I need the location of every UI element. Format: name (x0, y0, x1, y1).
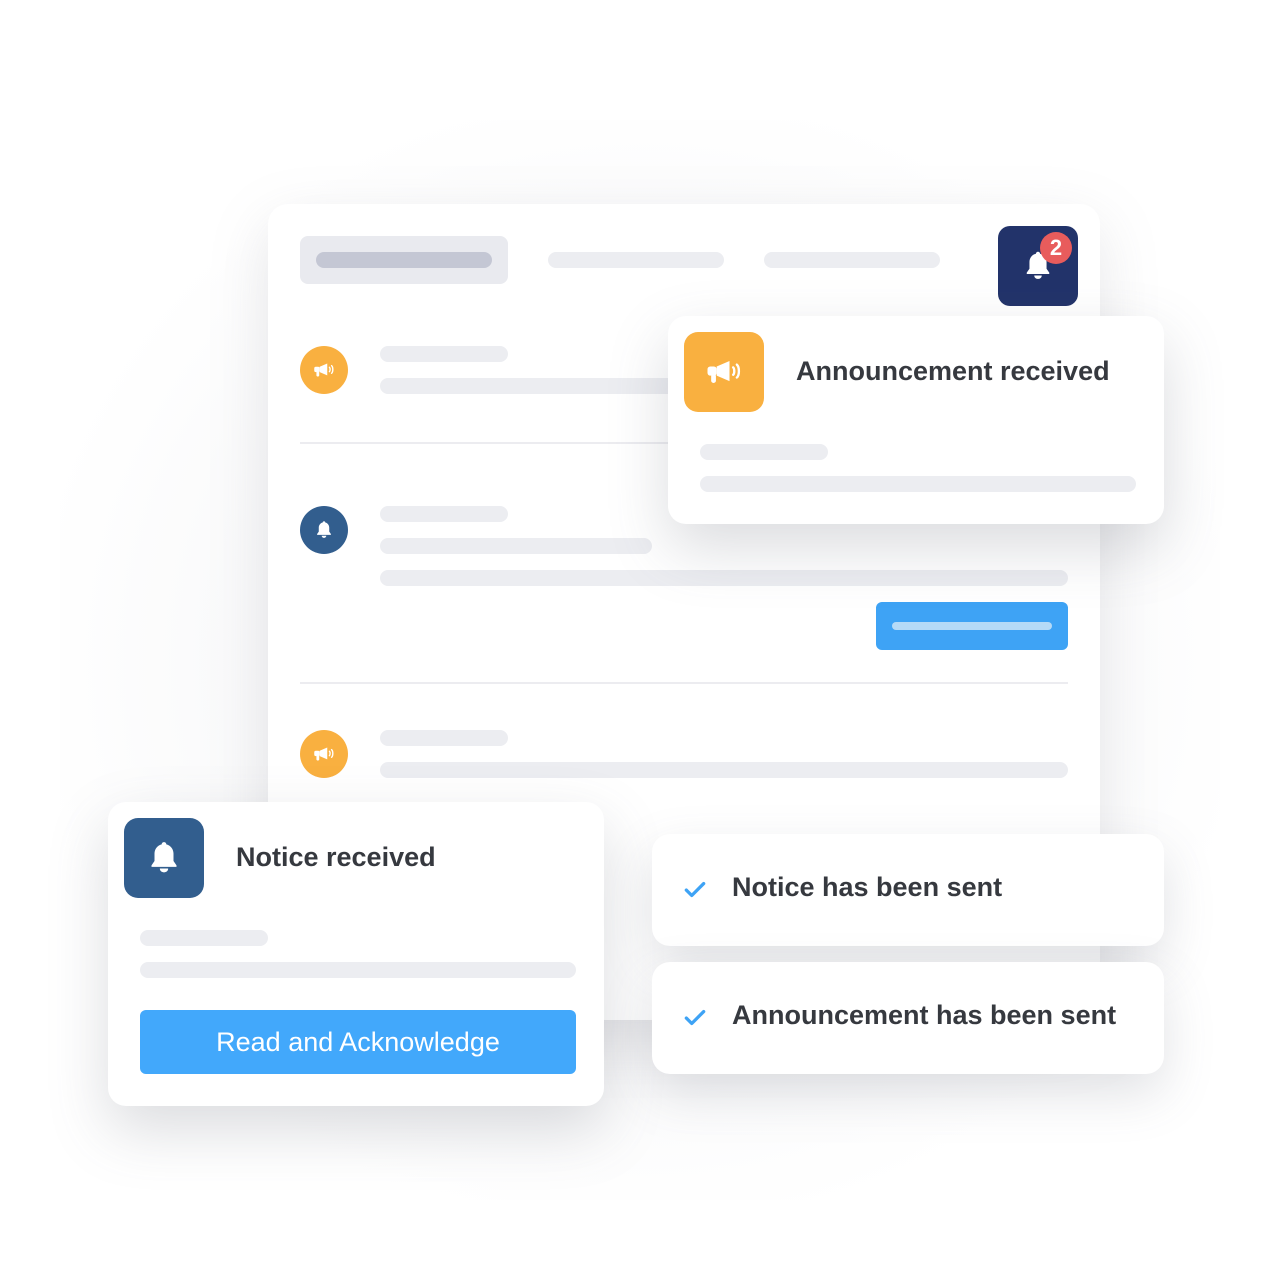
notification-count-badge: 2 (1040, 232, 1072, 264)
announcement-sent-toast: Announcement has been sent (652, 962, 1164, 1074)
nav-tab-3[interactable] (764, 252, 940, 268)
read-and-acknowledge-button[interactable]: Read and Acknowledge (140, 1010, 576, 1074)
announcement-popup-body-placeholder (700, 476, 1136, 492)
feed-item-3-title-placeholder (380, 730, 508, 746)
announcement-icon-tile (684, 332, 764, 412)
feed-item-2-notice-icon (300, 506, 348, 554)
nav-tab-2[interactable] (548, 252, 724, 268)
check-icon (684, 1009, 706, 1026)
notice-popup-body-placeholder (140, 962, 576, 978)
megaphone-icon (707, 361, 741, 383)
notice-received-popup[interactable]: Notice received Read and Acknowledge (108, 802, 604, 1106)
announcement-sent-text: Announcement has been sent (732, 1000, 1117, 1030)
notice-popup-title: Notice received (236, 842, 436, 872)
notice-sent-toast: Notice has been sent (652, 834, 1164, 946)
feed-item-3-announcement-icon (300, 730, 348, 778)
notice-sent-text: Notice has been sent (732, 872, 1003, 902)
announcement-received-popup[interactable]: Announcement received (668, 316, 1164, 524)
check-icon (684, 881, 706, 898)
megaphone-icon (314, 747, 334, 761)
feed-item-1-title-placeholder (380, 346, 508, 362)
feed-item-2-acknowledge-button[interactable] (876, 602, 1068, 650)
notice-icon-tile (124, 818, 204, 898)
feed-divider (300, 682, 1068, 684)
announcement-popup-title: Announcement received (796, 356, 1110, 386)
notice-popup-subtitle-placeholder (140, 930, 268, 946)
feed-item-1-announcement-icon (300, 346, 348, 394)
feed-item-2-body-placeholder (380, 570, 1068, 586)
button-label-placeholder (892, 622, 1052, 630)
announcement-popup-subtitle-placeholder (700, 444, 828, 460)
bell-icon (317, 521, 331, 538)
megaphone-icon (314, 363, 334, 377)
feed-item-2-subtitle-placeholder (380, 538, 652, 554)
feed-item-3-body-placeholder (380, 762, 1068, 778)
feed-item-2-title-placeholder (380, 506, 508, 522)
bell-icon (151, 842, 177, 873)
nav-tab-active-label-placeholder (316, 252, 492, 268)
notifications-bell-button[interactable]: 2 (998, 226, 1078, 306)
